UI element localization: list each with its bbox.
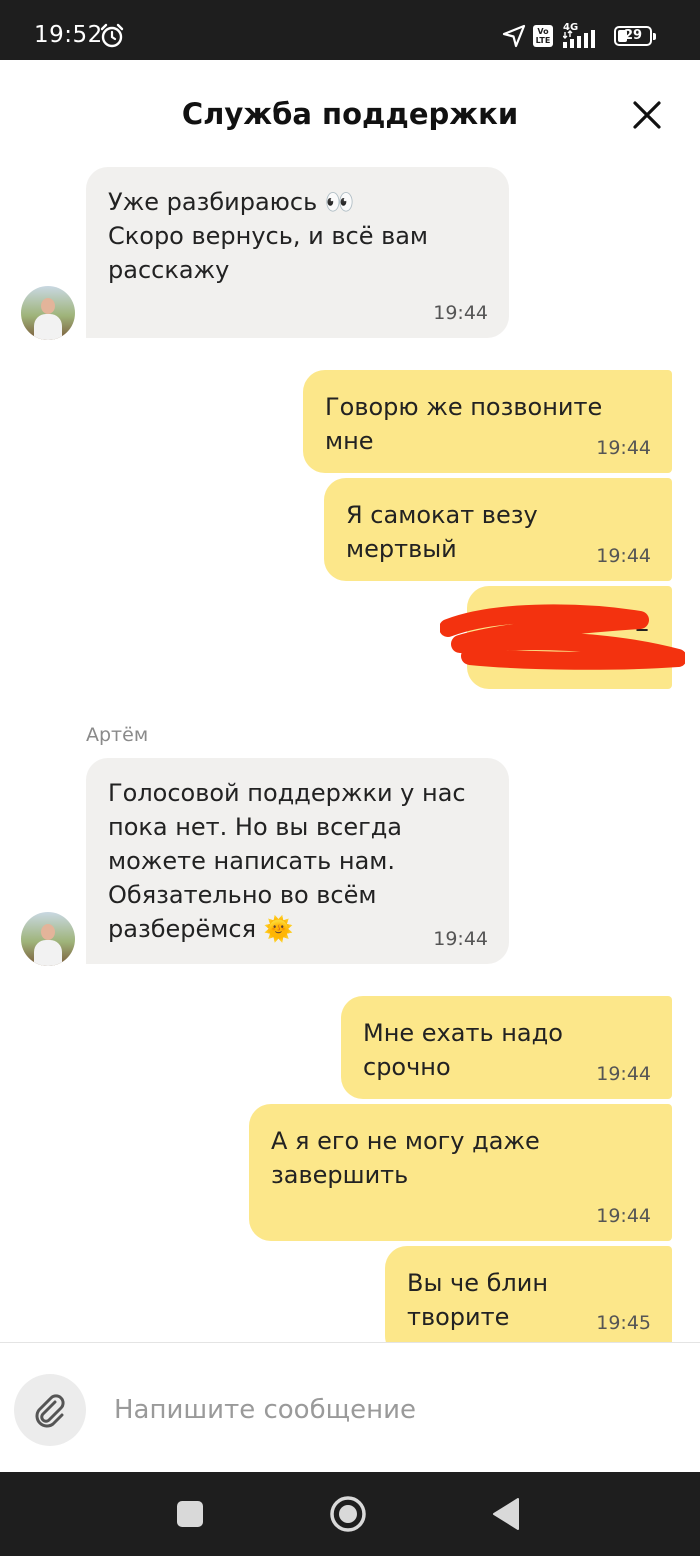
back-icon bbox=[493, 1498, 519, 1530]
message-outgoing: Вы че блин творите 19:45 bbox=[385, 1246, 672, 1342]
message-outgoing: А я его не могу даже завершить 19:44 bbox=[249, 1104, 672, 1241]
message-text: Уже разбираюсь 👀 Скоро вернусь, и всё ва… bbox=[108, 188, 429, 284]
avatar[interactable] bbox=[21, 912, 75, 966]
message-composer bbox=[0, 1342, 700, 1472]
message-outgoing: Мне ехать надо срочно 19:44 bbox=[341, 996, 672, 1099]
recents-icon bbox=[177, 1501, 203, 1527]
message-time: 19:44 bbox=[433, 302, 488, 324]
paperclip-icon bbox=[35, 1394, 65, 1428]
home-button[interactable] bbox=[326, 1492, 370, 1536]
attach-button[interactable] bbox=[14, 1374, 86, 1446]
page-title: Служба поддержки bbox=[181, 97, 519, 131]
message-outgoing: Говорю же позвоните мне 19:44 bbox=[303, 370, 672, 473]
home-icon bbox=[330, 1496, 366, 1532]
message-input[interactable] bbox=[104, 1383, 684, 1437]
sender-name: Артём bbox=[86, 724, 149, 746]
chat-area[interactable]: Уже разбираюсь 👀 Скоро вернусь, и всё ва… bbox=[0, 0, 700, 1342]
system-nav-bar bbox=[0, 1472, 700, 1556]
message-time: 19:44 bbox=[596, 1205, 651, 1227]
redaction-scribble bbox=[440, 604, 685, 670]
close-button[interactable] bbox=[628, 96, 666, 134]
recents-button[interactable] bbox=[168, 1492, 212, 1536]
message-outgoing: Я самокат везу мертвый 19:44 bbox=[324, 478, 672, 581]
message-time: 19:44 bbox=[596, 1063, 651, 1085]
message-time: 19:44 bbox=[596, 437, 651, 459]
message-incoming: Уже разбираюсь 👀 Скоро вернусь, и всё ва… bbox=[86, 167, 509, 338]
message-text: Голосовой поддержки у нас пока нет. Но в… bbox=[108, 779, 466, 943]
close-icon bbox=[633, 101, 661, 129]
back-button[interactable] bbox=[484, 1492, 528, 1536]
message-time: 19:45 bbox=[596, 1312, 651, 1334]
message-incoming: Голосовой поддержки у нас пока нет. Но в… bbox=[86, 758, 509, 964]
message-time: 19:44 bbox=[433, 928, 488, 950]
chat-header: Служба поддержки bbox=[0, 60, 700, 170]
avatar[interactable] bbox=[21, 286, 75, 340]
message-time: 19:44 bbox=[596, 545, 651, 567]
message-text: А я его не могу даже завершить bbox=[271, 1127, 540, 1189]
